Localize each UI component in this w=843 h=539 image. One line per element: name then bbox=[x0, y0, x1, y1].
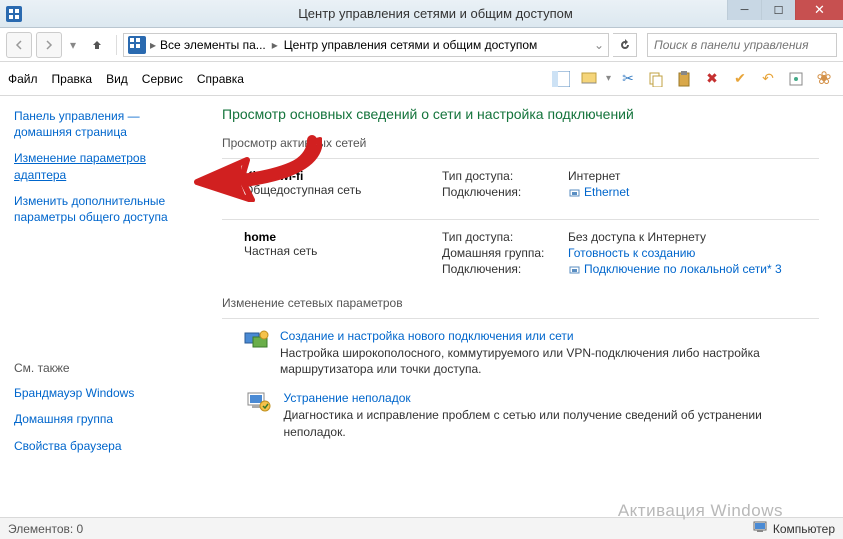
access-type-value: Без доступа к Интернету bbox=[568, 230, 706, 244]
menu-help[interactable]: Справка bbox=[197, 72, 244, 86]
setup-connection-desc: Настройка широкополосного, коммутируемог… bbox=[280, 345, 819, 377]
cut-icon[interactable]: ✂ bbox=[617, 68, 639, 90]
network-name: home bbox=[244, 230, 442, 244]
ethernet-icon bbox=[568, 186, 580, 198]
menu-tools[interactable]: Сервис bbox=[142, 72, 183, 86]
sidebar-firewall-link[interactable]: Брандмауэр Windows bbox=[14, 385, 194, 401]
delete-icon[interactable]: ✖ bbox=[701, 68, 723, 90]
back-button[interactable] bbox=[6, 32, 32, 58]
divider bbox=[222, 219, 819, 220]
active-networks-label: Просмотр активных сетей bbox=[222, 136, 819, 150]
menu-edit[interactable]: Правка bbox=[52, 72, 93, 86]
network-settings-label: Изменение сетевых параметров bbox=[222, 296, 819, 310]
network-type: Частная сеть bbox=[244, 244, 442, 258]
troubleshoot-icon bbox=[244, 391, 274, 421]
homegroup-label: Домашняя группа: bbox=[442, 246, 568, 260]
shell-icon[interactable]: ❀ bbox=[813, 68, 835, 90]
computer-icon bbox=[753, 521, 767, 536]
paste-icon[interactable] bbox=[673, 68, 695, 90]
sidebar-browser-link[interactable]: Свойства браузера bbox=[14, 438, 194, 454]
sidebar-adapter-link[interactable]: Изменение параметров адаптера bbox=[14, 150, 194, 182]
crumb-current[interactable]: Центр управления сетями и общим доступом bbox=[284, 38, 538, 52]
sidebar: Панель управления — домашняя страница Из… bbox=[0, 96, 208, 517]
access-type-value: Интернет bbox=[568, 169, 620, 183]
troubleshoot-desc: Диагностика и исправление проблем с сеть… bbox=[284, 407, 819, 439]
divider bbox=[222, 158, 819, 159]
close-button[interactable]: ✕ bbox=[795, 0, 843, 20]
toolbar: ▾ ✂ ✖ ✔ ↶ ❀ bbox=[550, 68, 835, 90]
redo-icon[interactable]: ↶ bbox=[757, 68, 779, 90]
control-panel-icon bbox=[128, 36, 146, 54]
connections-link[interactable]: Ethernet bbox=[568, 185, 629, 199]
titlebar: Центр управления сетями и общим доступом… bbox=[0, 0, 843, 28]
connection-name: Ethernet bbox=[584, 185, 629, 199]
connections-link[interactable]: Подключение по локальной сети* 3 bbox=[568, 262, 782, 276]
divider bbox=[116, 35, 117, 55]
window-buttons: ─ ☐ ✕ bbox=[727, 0, 843, 22]
troubleshoot-link[interactable]: Устранение неполадок bbox=[284, 391, 819, 405]
crumb-all-items[interactable]: Все элементы па... bbox=[160, 38, 266, 52]
sidebar-advanced-link[interactable]: Изменить дополнительные параметры общего… bbox=[14, 193, 194, 225]
maximize-button[interactable]: ☐ bbox=[761, 0, 795, 20]
breadcrumb[interactable]: ▸ Все элементы па... ▸ Центр управления … bbox=[123, 33, 609, 57]
network-block-2: home Частная сеть Тип доступа: Без досту… bbox=[222, 230, 819, 278]
properties-icon[interactable] bbox=[785, 68, 807, 90]
connections-label: Подключения: bbox=[442, 185, 568, 199]
view-dropdown[interactable]: ▾ bbox=[606, 73, 611, 84]
network-type: Общедоступная сеть bbox=[244, 183, 442, 197]
refresh-button[interactable] bbox=[613, 33, 637, 57]
network-block-1: Kissa wi-fi Общедоступная сеть Тип досту… bbox=[222, 169, 819, 201]
setup-connection-row: Создание и настройка нового подключения … bbox=[222, 329, 819, 377]
up-button[interactable] bbox=[84, 32, 110, 58]
status-bar: Элементов: 0 Компьютер bbox=[0, 517, 843, 539]
minimize-button[interactable]: ─ bbox=[727, 0, 761, 20]
status-location: Компьютер bbox=[773, 522, 835, 536]
search-input[interactable] bbox=[647, 33, 837, 57]
copy-icon[interactable] bbox=[645, 68, 667, 90]
troubleshoot-row: Устранение неполадок Диагностика и испра… bbox=[222, 391, 819, 439]
menu-view[interactable]: Вид bbox=[106, 72, 128, 86]
connections-label: Подключения: bbox=[442, 262, 568, 276]
undo-icon[interactable]: ✔ bbox=[729, 68, 751, 90]
ethernet-icon bbox=[568, 263, 580, 275]
sidebar-home-link[interactable]: Панель управления — домашняя страница bbox=[14, 108, 194, 140]
main-content: Просмотр основных сведений о сети и наст… bbox=[208, 96, 843, 517]
nav-bar: ▾ ▸ Все элементы па... ▸ Центр управлени… bbox=[0, 28, 843, 62]
network-name: Kissa wi-fi bbox=[244, 169, 442, 183]
layout-icon[interactable] bbox=[550, 68, 572, 90]
folder-tree-icon[interactable] bbox=[578, 68, 600, 90]
setup-connection-link[interactable]: Создание и настройка нового подключения … bbox=[280, 329, 819, 343]
access-type-label: Тип доступа: bbox=[442, 169, 568, 183]
page-title: Просмотр основных сведений о сети и наст… bbox=[222, 106, 819, 122]
access-type-label: Тип доступа: bbox=[442, 230, 568, 244]
connection-name: Подключение по локальной сети* 3 bbox=[584, 262, 782, 276]
app-icon bbox=[6, 6, 22, 22]
setup-connection-icon bbox=[244, 329, 270, 359]
crumb-dropdown[interactable]: ⌄ bbox=[594, 38, 604, 52]
menu-file[interactable]: Файл bbox=[8, 72, 38, 86]
history-dropdown[interactable]: ▾ bbox=[66, 38, 80, 52]
forward-button[interactable] bbox=[36, 32, 62, 58]
sidebar-homegroup-link[interactable]: Домашняя группа bbox=[14, 411, 194, 427]
homegroup-link[interactable]: Готовность к созданию bbox=[568, 246, 695, 260]
status-item-count: Элементов: 0 bbox=[8, 522, 83, 536]
sidebar-see-also: См. также bbox=[14, 361, 194, 375]
menu-bar: Файл Правка Вид Сервис Справка ▾ ✂ ✖ ✔ ↶… bbox=[0, 62, 843, 96]
divider bbox=[222, 318, 819, 319]
window-title: Центр управления сетями и общим доступом bbox=[28, 6, 843, 21]
body: Панель управления — домашняя страница Из… bbox=[0, 96, 843, 517]
